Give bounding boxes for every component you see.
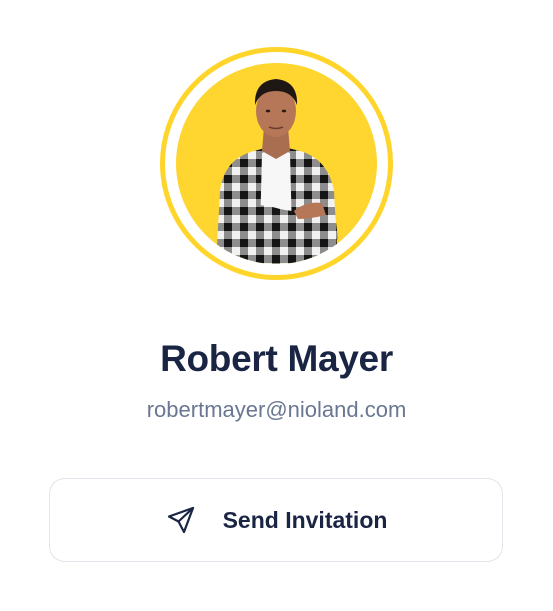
send-invitation-label: Send Invitation [222, 506, 388, 533]
send-invitation-button[interactable]: Send Invitation [49, 478, 503, 562]
person-photo [216, 79, 338, 264]
profile-card: Robert Mayer robertmayer@nioland.com Sen… [0, 0, 553, 611]
profile-name: Robert Mayer [160, 338, 393, 379]
profile-email: robertmayer@nioland.com [146, 397, 407, 422]
send-icon [167, 506, 194, 534]
avatar [176, 63, 377, 264]
